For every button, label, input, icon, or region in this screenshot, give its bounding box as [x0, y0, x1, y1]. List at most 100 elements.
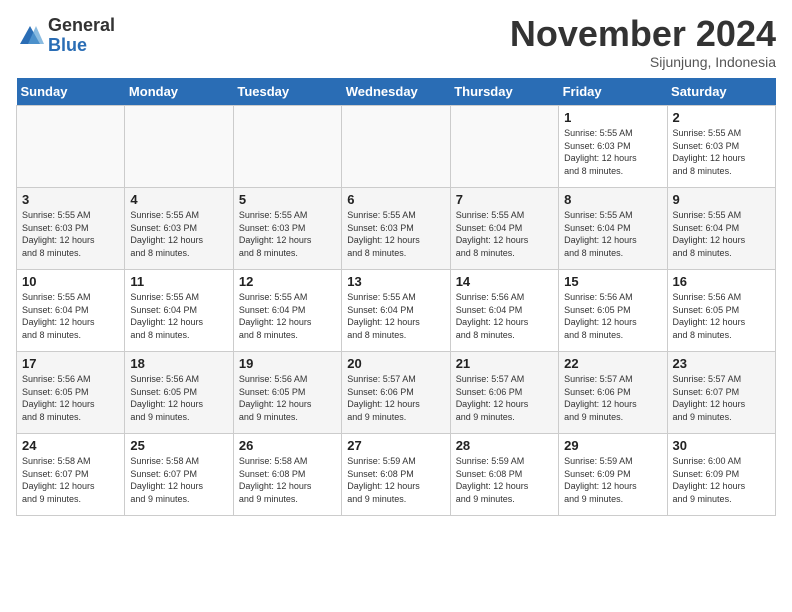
day-info: Sunrise: 5:55 AM Sunset: 6:03 PM Dayligh…: [22, 209, 119, 259]
day-number: 14: [456, 274, 553, 289]
day-info: Sunrise: 5:59 AM Sunset: 6:08 PM Dayligh…: [347, 455, 444, 505]
calendar-header-row: SundayMondayTuesdayWednesdayThursdayFrid…: [17, 78, 776, 106]
calendar-cell: 4Sunrise: 5:55 AM Sunset: 6:03 PM Daylig…: [125, 188, 233, 270]
day-header-saturday: Saturday: [667, 78, 775, 106]
logo-text: General Blue: [48, 16, 115, 56]
day-info: Sunrise: 5:56 AM Sunset: 6:05 PM Dayligh…: [564, 291, 661, 341]
calendar-cell: 20Sunrise: 5:57 AM Sunset: 6:06 PM Dayli…: [342, 352, 450, 434]
day-info: Sunrise: 5:56 AM Sunset: 6:05 PM Dayligh…: [673, 291, 770, 341]
calendar-cell: 10 Sunrise: 5:55 AM Sunset: 6:04 PM Dayli…: [17, 270, 125, 352]
day-number: 27: [347, 438, 444, 453]
day-number: 18: [130, 356, 227, 371]
calendar-week-row: 17 Sunrise: 5:56 AM Sunset: 6:05 PM Dayli…: [17, 352, 776, 434]
day-info: Sunrise: 5:58 AM Sunset: 6:07 PM Dayligh…: [130, 455, 227, 505]
calendar-cell: 7Sunrise: 5:55 AM Sunset: 6:04 PM Daylig…: [450, 188, 558, 270]
day-info: Sunrise: 5:59 AM Sunset: 6:08 PM Dayligh…: [456, 455, 553, 505]
day-number: 28: [456, 438, 553, 453]
day-info: Sunrise: 6:00 AM Sunset: 6:09 PM Dayligh…: [673, 455, 770, 505]
calendar-cell: 23 Sunrise: 5:57 AM Sunset: 6:07 PM Dayli…: [667, 352, 775, 434]
day-header-sunday: Sunday: [17, 78, 125, 106]
day-number: 7: [456, 192, 553, 207]
calendar-cell: [342, 106, 450, 188]
calendar-cell: 19 Sunrise: 5:56 AM Sunset: 6:05 PM Dayli…: [233, 352, 341, 434]
calendar-cell: [125, 106, 233, 188]
calendar-cell: 16Sunrise: 5:56 AM Sunset: 6:05 PM Dayli…: [667, 270, 775, 352]
day-info: Sunrise: 5:58 AM Sunset: 6:08 PM Dayligh…: [239, 455, 336, 505]
day-number: 29: [564, 438, 661, 453]
day-info: Sunrise: 5:57 AM Sunset: 6:06 PM Dayligh…: [456, 373, 553, 423]
day-info: Sunrise: 5:56 AM Sunset: 6:05 PM Dayligh…: [130, 373, 227, 423]
calendar-cell: [450, 106, 558, 188]
calendar-cell: 17 Sunrise: 5:56 AM Sunset: 6:05 PM Dayli…: [17, 352, 125, 434]
calendar-cell: 30 Sunrise: 6:00 AM Sunset: 6:09 PM Dayli…: [667, 434, 775, 516]
page-header: General Blue November 2024 Sijunjung, In…: [16, 16, 776, 70]
calendar-cell: 5 Sunrise: 5:55 AM Sunset: 6:03 PM Daylig…: [233, 188, 341, 270]
day-info: Sunrise: 5:56 AM Sunset: 6:05 PM Dayligh…: [239, 373, 336, 423]
day-number: 17: [22, 356, 119, 371]
calendar-cell: 1 Sunrise: 5:55 AM Sunset: 6:03 PM Daylig…: [559, 106, 667, 188]
day-info: Sunrise: 5:55 AM Sunset: 6:04 PM Dayligh…: [564, 209, 661, 259]
calendar-cell: 24 Sunrise: 5:58 AM Sunset: 6:07 PM Dayli…: [17, 434, 125, 516]
calendar-cell: [233, 106, 341, 188]
calendar-cell: 9 Sunrise: 5:55 AM Sunset: 6:04 PM Daylig…: [667, 188, 775, 270]
calendar-week-row: 1 Sunrise: 5:55 AM Sunset: 6:03 PM Daylig…: [17, 106, 776, 188]
day-number: 6: [347, 192, 444, 207]
logo: General Blue: [16, 16, 115, 56]
day-number: 25: [130, 438, 227, 453]
logo-icon: [16, 22, 44, 50]
day-number: 1: [564, 110, 661, 125]
day-header-monday: Monday: [125, 78, 233, 106]
day-info: Sunrise: 5:56 AM Sunset: 6:05 PM Dayligh…: [22, 373, 119, 423]
day-info: Sunrise: 5:55 AM Sunset: 6:03 PM Dayligh…: [564, 127, 661, 177]
calendar-cell: 12Sunrise: 5:55 AM Sunset: 6:04 PM Dayli…: [233, 270, 341, 352]
day-info: Sunrise: 5:55 AM Sunset: 6:04 PM Dayligh…: [130, 291, 227, 341]
calendar-week-row: 10 Sunrise: 5:55 AM Sunset: 6:04 PM Dayli…: [17, 270, 776, 352]
day-info: Sunrise: 5:55 AM Sunset: 6:04 PM Dayligh…: [673, 209, 770, 259]
day-number: 5: [239, 192, 336, 207]
day-info: Sunrise: 5:55 AM Sunset: 6:03 PM Dayligh…: [239, 209, 336, 259]
day-number: 3: [22, 192, 119, 207]
day-number: 30: [673, 438, 770, 453]
day-number: 21: [456, 356, 553, 371]
day-info: Sunrise: 5:55 AM Sunset: 6:03 PM Dayligh…: [347, 209, 444, 259]
day-info: Sunrise: 5:56 AM Sunset: 6:04 PM Dayligh…: [456, 291, 553, 341]
calendar-cell: 29 Sunrise: 5:59 AM Sunset: 6:09 PM Dayli…: [559, 434, 667, 516]
day-number: 20: [347, 356, 444, 371]
calendar-cell: 13Sunrise: 5:55 AM Sunset: 6:04 PM Dayli…: [342, 270, 450, 352]
day-number: 24: [22, 438, 119, 453]
day-number: 9: [673, 192, 770, 207]
day-info: Sunrise: 5:55 AM Sunset: 6:04 PM Dayligh…: [22, 291, 119, 341]
day-header-thursday: Thursday: [450, 78, 558, 106]
day-number: 22: [564, 356, 661, 371]
calendar-cell: 25 Sunrise: 5:58 AM Sunset: 6:07 PM Dayli…: [125, 434, 233, 516]
day-number: 4: [130, 192, 227, 207]
calendar-cell: 11 Sunrise: 5:55 AM Sunset: 6:04 PM Dayli…: [125, 270, 233, 352]
calendar-cell: 21 Sunrise: 5:57 AM Sunset: 6:06 PM Dayli…: [450, 352, 558, 434]
day-info: Sunrise: 5:55 AM Sunset: 6:03 PM Dayligh…: [673, 127, 770, 177]
calendar-cell: 26Sunrise: 5:58 AM Sunset: 6:08 PM Dayli…: [233, 434, 341, 516]
calendar-cell: 6 Sunrise: 5:55 AM Sunset: 6:03 PM Daylig…: [342, 188, 450, 270]
day-number: 19: [239, 356, 336, 371]
calendar-cell: 18 Sunrise: 5:56 AM Sunset: 6:05 PM Dayli…: [125, 352, 233, 434]
calendar-cell: 27 Sunrise: 5:59 AM Sunset: 6:08 PM Dayli…: [342, 434, 450, 516]
day-number: 10: [22, 274, 119, 289]
calendar-cell: 28 Sunrise: 5:59 AM Sunset: 6:08 PM Dayli…: [450, 434, 558, 516]
calendar-cell: [17, 106, 125, 188]
day-info: Sunrise: 5:59 AM Sunset: 6:09 PM Dayligh…: [564, 455, 661, 505]
day-info: Sunrise: 5:58 AM Sunset: 6:07 PM Dayligh…: [22, 455, 119, 505]
calendar-cell: 15 Sunrise: 5:56 AM Sunset: 6:05 PM Dayli…: [559, 270, 667, 352]
location: Sijunjung, Indonesia: [510, 54, 776, 70]
month-title: November 2024: [510, 16, 776, 52]
calendar-cell: 3 Sunrise: 5:55 AM Sunset: 6:03 PM Daylig…: [17, 188, 125, 270]
day-number: 13: [347, 274, 444, 289]
title-block: November 2024 Sijunjung, Indonesia: [510, 16, 776, 70]
day-number: 12: [239, 274, 336, 289]
calendar-body: 1 Sunrise: 5:55 AM Sunset: 6:03 PM Daylig…: [17, 106, 776, 516]
day-number: 23: [673, 356, 770, 371]
day-number: 8: [564, 192, 661, 207]
calendar-table: SundayMondayTuesdayWednesdayThursdayFrid…: [16, 78, 776, 516]
day-number: 11: [130, 274, 227, 289]
day-header-wednesday: Wednesday: [342, 78, 450, 106]
day-info: Sunrise: 5:57 AM Sunset: 6:07 PM Dayligh…: [673, 373, 770, 423]
day-number: 15: [564, 274, 661, 289]
